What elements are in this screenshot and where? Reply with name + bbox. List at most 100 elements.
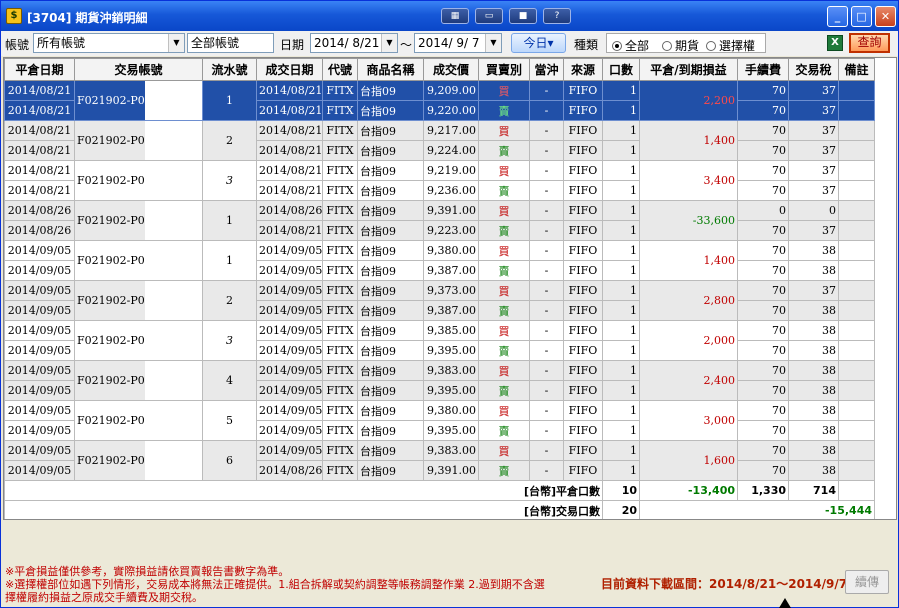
- column-header[interactable]: 平倉日期: [4, 58, 75, 81]
- column-header[interactable]: 平倉/到期損益: [639, 58, 738, 81]
- today-button[interactable]: 今日▾: [511, 33, 566, 53]
- fee-cell: 70: [737, 140, 789, 161]
- filter-toolbar: 帳號 所有帳號 ▼ 全部帳號 日期 2014/ 8/21 ▼ ～ 2014/ 9…: [1, 31, 898, 56]
- code-cell: FITX: [322, 240, 358, 261]
- qty-cell: 1: [602, 320, 640, 341]
- offset-detail-table[interactable]: 平倉日期 交易帳號 流水號 成交日期 代號 商品名稱 成交價 買賣別 當沖 來源 口數 平倉/到期損益…: [3, 57, 897, 520]
- type-radio-group: 全部 期貨 選擇權: [606, 33, 766, 53]
- column-header[interactable]: 手續費: [737, 58, 789, 81]
- radio-all[interactable]: 全部: [612, 37, 649, 54]
- table-row[interactable]: 2014/09/05 F021902-P02 2 2014/09/05 FITX 台指09…: [4, 280, 875, 321]
- column-header[interactable]: 商品名稱: [357, 58, 424, 81]
- table-header: 平倉日期 交易帳號 流水號 成交日期 代號 商品名稱 成交價 買賣別 當沖 來源 口數 平倉/到期損益…: [4, 58, 875, 81]
- maximize-icon[interactable]: □: [851, 6, 872, 27]
- serial-cell: 3: [202, 160, 257, 201]
- fee-cell: 70: [737, 360, 789, 381]
- daytrade-cell: -: [529, 140, 564, 161]
- date-from-picker[interactable]: 2014/ 8/21 ▼: [310, 33, 398, 53]
- qty-cell: 1: [602, 420, 640, 441]
- camera-tool-icon[interactable]: ■: [509, 8, 537, 24]
- trade-date-cell: 2014/08/26: [256, 200, 323, 221]
- fee-cell: 0: [737, 200, 789, 221]
- close-date-cell: 2014/09/05: [4, 380, 75, 401]
- column-header[interactable]: 交易帳號: [74, 58, 203, 81]
- account-cell: F021902-P02: [74, 80, 203, 121]
- query-button[interactable]: 查詢: [849, 33, 890, 53]
- summary-net: -15,444: [639, 500, 875, 519]
- table-row[interactable]: 2014/08/21 F021902-P02 3 2014/08/21 FITX 台指09…: [4, 160, 875, 201]
- close-icon[interactable]: ✕: [875, 6, 896, 27]
- code-cell: FITX: [322, 380, 358, 401]
- fee-cell: 70: [737, 100, 789, 121]
- serial-cell: 1: [202, 200, 257, 241]
- daytrade-cell: -: [529, 360, 564, 381]
- column-header[interactable]: 來源: [563, 58, 603, 81]
- layout-tool-icon[interactable]: ▦: [441, 8, 469, 24]
- resume-download-button[interactable]: 續傳: [845, 570, 889, 594]
- trade-date-cell: 2014/08/21: [256, 80, 323, 101]
- price-cell: 9,395.00: [423, 420, 479, 441]
- column-header[interactable]: 交易稅: [788, 58, 839, 81]
- account-cell: F021902-P02: [74, 160, 203, 201]
- date-to-picker[interactable]: 2014/ 9/ 7 ▼: [414, 33, 502, 53]
- trade-date-cell: 2014/08/21: [256, 100, 323, 121]
- code-cell: FITX: [322, 80, 358, 101]
- chevron-down-icon[interactable]: ▼: [168, 34, 184, 52]
- column-header[interactable]: 成交日期: [256, 58, 323, 81]
- app-logo-icon: $: [6, 8, 22, 24]
- tax-cell: 38: [788, 260, 839, 281]
- account-select[interactable]: 所有帳號 ▼: [33, 33, 185, 53]
- radio-futures-label: 期貨: [675, 39, 700, 53]
- fee-cell: 70: [737, 280, 789, 301]
- column-header[interactable]: 成交價: [423, 58, 479, 81]
- minimize-icon[interactable]: _: [827, 6, 848, 27]
- tax-cell: 37: [788, 120, 839, 141]
- qty-cell: 1: [602, 280, 640, 301]
- date-from-value: 2014/ 8/21: [314, 36, 380, 50]
- side-cell: 買: [478, 360, 530, 381]
- title-bar[interactable]: $ [3704] 期貨沖銷明細 ▦ ▭ ■ ? _ □ ✕: [1, 1, 898, 31]
- note-cell: [838, 380, 875, 401]
- close-date-cell: 2014/09/05: [4, 400, 75, 421]
- daytrade-cell: -: [529, 340, 564, 361]
- chevron-down-icon[interactable]: ▼: [485, 34, 501, 52]
- side-cell: 賣: [478, 460, 530, 481]
- table-row[interactable]: 2014/09/05 F021902-P02 1 2014/09/05 FITX 台指09…: [4, 240, 875, 281]
- column-header[interactable]: 口數: [602, 58, 640, 81]
- serial-cell: 1: [202, 80, 257, 121]
- table-row[interactable]: 2014/09/05 F021902-P02 3 2014/09/05 FITX 台指09…: [4, 320, 875, 361]
- summary-qty: 10: [602, 480, 640, 501]
- column-header[interactable]: 備註: [838, 58, 875, 81]
- excel-export-icon[interactable]: X: [827, 35, 843, 51]
- table-row[interactable]: 2014/09/05 F021902-P02 4 2014/09/05 FITX 台指09…: [4, 360, 875, 401]
- source-cell: FIFO: [563, 120, 603, 141]
- product-cell: 台指09: [357, 240, 424, 261]
- table-row[interactable]: 2014/09/05 F021902-P02 5 2014/09/05 FITX 台指09…: [4, 400, 875, 441]
- note-cell: [838, 100, 875, 121]
- column-header[interactable]: 買賣別: [478, 58, 530, 81]
- table-row[interactable]: 2014/08/21 F021902-P02 2 2014/08/21 FITX 台指09…: [4, 120, 875, 161]
- radio-futures[interactable]: 期貨: [662, 37, 699, 54]
- source-cell: FIFO: [563, 220, 603, 241]
- chevron-down-icon[interactable]: ▼: [381, 34, 397, 52]
- table-row[interactable]: 2014/09/05 F021902-P02 6 2014/09/05 FITX 台指09…: [4, 440, 875, 481]
- account-cell: F021902-P02: [74, 320, 203, 361]
- column-header[interactable]: 流水號: [202, 58, 257, 81]
- account-text: F021902-P02: [77, 334, 152, 347]
- window-tool-icon[interactable]: ▭: [475, 8, 503, 24]
- side-cell: 賣: [478, 140, 530, 161]
- table-row[interactable]: 2014/08/21 F021902-P02 1 2014/08/21 FITX 台指09…: [4, 80, 875, 121]
- help-tool-icon[interactable]: ?: [543, 8, 571, 24]
- close-date-cell: 2014/08/21: [4, 80, 75, 101]
- table-row[interactable]: 2014/08/26 F021902-P02 1 2014/08/26 FITX 台指09…: [4, 200, 875, 241]
- daytrade-cell: -: [529, 420, 564, 441]
- price-cell: 9,387.00: [423, 300, 479, 321]
- side-cell: 買: [478, 120, 530, 141]
- fee-cell: 70: [737, 420, 789, 441]
- radio-options[interactable]: 選擇權: [706, 37, 755, 54]
- column-header[interactable]: 當沖: [529, 58, 564, 81]
- code-cell: FITX: [322, 140, 358, 161]
- column-header[interactable]: 代號: [322, 58, 358, 81]
- note-cell: [838, 180, 875, 201]
- account-cell: F021902-P02: [74, 120, 203, 161]
